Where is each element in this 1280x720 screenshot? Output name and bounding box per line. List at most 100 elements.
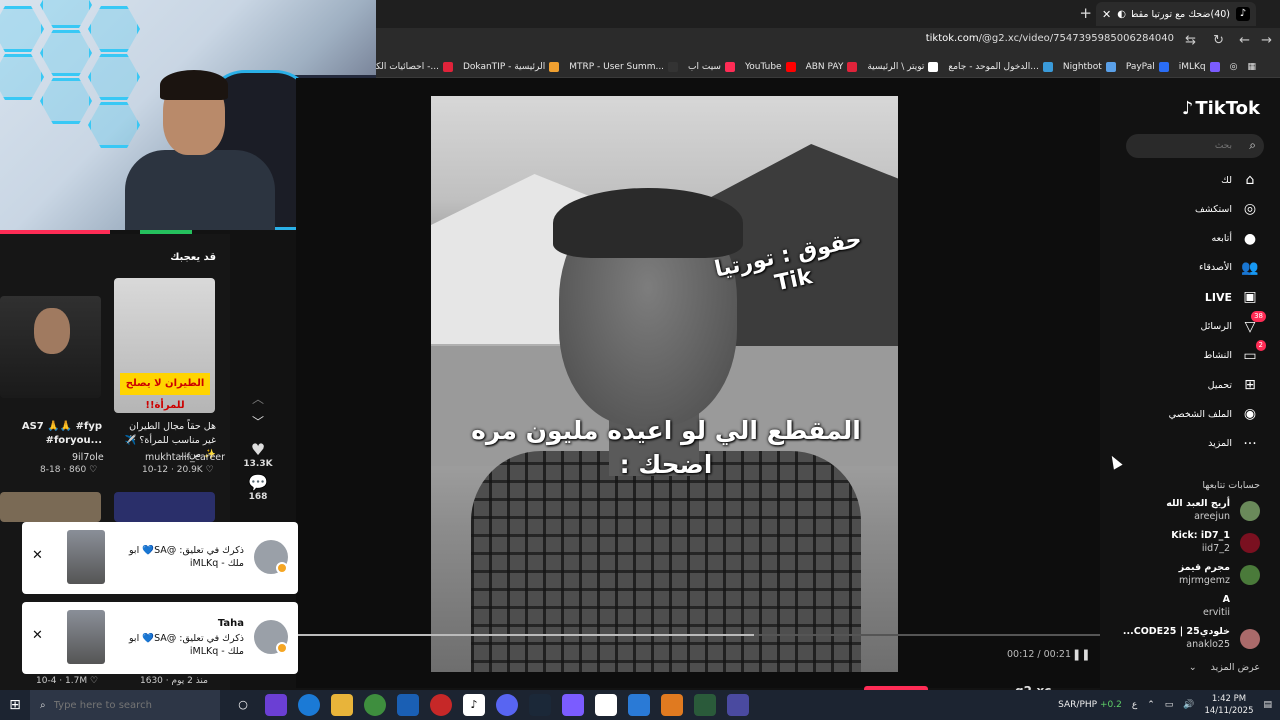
taskbar-search-input[interactable] [53, 699, 174, 711]
taskbar-search[interactable]: ⌕ [30, 690, 220, 720]
video-player[interactable]: حقوق : تورتيا Tik المقطع الي لو اعيده مل… [431, 96, 898, 672]
bookmark-item[interactable]: DokanTIP - الرئيسية [463, 61, 560, 72]
bookmark-item[interactable]: احصائيات الكوبون -... [376, 61, 453, 72]
video-thumbnail[interactable] [0, 296, 101, 398]
followed-account[interactable]: خلودي25 | CODE25... anaklo25 [1100, 624, 1280, 654]
comment-icon[interactable]: 💬 [236, 473, 280, 492]
bookmark-item[interactable]: YouTube [745, 61, 796, 72]
file-explorer-icon[interactable] [331, 694, 353, 716]
discord-icon[interactable] [496, 694, 518, 716]
like-icon[interactable]: ♥ [236, 440, 280, 459]
close-tab-icon[interactable]: ✕ [1102, 8, 1111, 21]
video-thumbnail[interactable]: الطيران لا يصلح للمرأة!! [114, 278, 215, 413]
windows-start-icon[interactable]: ⊞ [0, 697, 30, 713]
copilot-icon[interactable] [265, 694, 287, 716]
followed-account[interactable]: مجرم قيمز mjrmgemz [1100, 560, 1280, 590]
sidebar-nav-item[interactable]: ▣ LIVE [1100, 283, 1280, 311]
video-progress-bar[interactable] [296, 634, 1100, 636]
bookmark-item[interactable]: ABN PAY [806, 61, 858, 72]
apps-icon[interactable]: ▦ [1247, 62, 1256, 72]
app-icon[interactable] [661, 694, 683, 716]
logo-text: TikTok [1195, 98, 1260, 119]
chevron-up-icon[interactable]: ︿ [236, 390, 280, 407]
forward-icon[interactable]: ← [1239, 33, 1250, 48]
sidebar-nav-item[interactable]: ◉ الملف الشخصي [1100, 400, 1280, 428]
clock[interactable]: 1:42 PM 14/11/2025 [1204, 693, 1253, 717]
notification-text: ذكرك في تعليق: @SA💙 ابو ملك - iMLKq [129, 545, 244, 569]
video-author[interactable]: mukhtalif_career [145, 452, 225, 463]
chrome-icon[interactable] [364, 694, 386, 716]
sidebar-nav-item[interactable]: 👥 الأصدقاء [1100, 254, 1280, 282]
video-author[interactable]: 9il7ole [72, 452, 104, 463]
bookmark-item[interactable]: Nightbot [1063, 61, 1116, 72]
chevron-down-icon[interactable]: ﹀ [236, 413, 280, 430]
notification-center-icon[interactable]: ▤ [1263, 700, 1272, 710]
bookmark-item[interactable]: الدخول الموحد - جامع... [948, 61, 1053, 72]
teams-icon[interactable] [562, 694, 584, 716]
bookmark-item[interactable]: MTRP - User Summ... [569, 61, 679, 72]
notification-toast[interactable]: ✕ ذكرك في تعليق: @SA💙 ابو ملك - iMLKq [22, 522, 298, 594]
app-icon[interactable] [727, 694, 749, 716]
tiktok-logo[interactable]: ♪ TikTok [1182, 98, 1260, 119]
avatar [1240, 629, 1260, 649]
close-icon[interactable]: ✕ [32, 628, 43, 643]
notification-toast[interactable]: ✕ Taha ذكرك في تعليق: @SA💙 ابو ملك - iML… [22, 602, 298, 674]
see-more-button[interactable]: عرض المزيد ⌄ [1189, 662, 1260, 673]
bookmark-favicon-icon [668, 61, 679, 72]
sidebar-nav-item[interactable]: ⌂ لك [1100, 166, 1280, 194]
volume-icon[interactable]: 🔊 [1183, 700, 1194, 710]
browser-tab-active[interactable]: ♪ (40)ضحك مع تورتيا مقطع ... ◐ ✕ [1096, 2, 1256, 26]
outlook-icon[interactable] [397, 694, 419, 716]
bookmark-item[interactable]: PayPal [1126, 61, 1169, 72]
followed-account[interactable]: Aervitii [1100, 592, 1280, 622]
hex-light-icon [88, 6, 140, 52]
sidebar-nav-item[interactable]: ● أتابعه [1100, 225, 1280, 253]
suggested-title: قد يعجبك [170, 252, 216, 263]
app-icon[interactable] [628, 694, 650, 716]
search-icon[interactable]: ⌕ [1249, 138, 1256, 153]
windows-taskbar: ⊞ ⌕ ○ ♪ SAR/PHP +0.2 ع ⌃ ▭ [0, 690, 1280, 720]
site-settings-icon[interactable]: ⇆ [1185, 33, 1196, 48]
sidebar-nav-item[interactable]: ◎ استكشف [1100, 195, 1280, 223]
document-icon[interactable] [595, 694, 617, 716]
bookmark-item[interactable]: تويتر \ الرئيسية [867, 61, 939, 72]
bookmark-favicon-icon [785, 61, 796, 72]
currency-ticker[interactable]: SAR/PHP +0.2 [1058, 700, 1122, 710]
followed-account[interactable]: أريج العبد الله areejun [1100, 496, 1280, 526]
search-box[interactable]: ⌕ [1126, 134, 1264, 158]
chrome-icon[interactable]: ◎ [1230, 62, 1238, 72]
video-thumbnail[interactable] [114, 492, 215, 522]
badge-icon [276, 562, 288, 574]
video-thumbnail[interactable] [0, 492, 101, 522]
obs-icon[interactable] [430, 694, 452, 716]
audio-icon[interactable]: ◐ [1117, 9, 1126, 20]
excel-icon[interactable] [694, 694, 716, 716]
url-field[interactable]: tiktok.com/@g2.xc/video/7547395985006284… [926, 33, 1174, 44]
sidebar-nav-item[interactable]: ▽ 38 الرسائل [1100, 310, 1280, 341]
pause-icon[interactable]: ❚❚ [1072, 648, 1090, 661]
sidebar-nav-item[interactable]: ⊞ تحميل [1100, 371, 1280, 399]
system-tray: SAR/PHP +0.2 ع ⌃ ▭ 🔊 1:42 PM 14/11/2025 … [1058, 690, 1272, 720]
edge-icon[interactable] [298, 694, 320, 716]
bookmark-item[interactable]: سيت اب [688, 61, 735, 72]
sidebar-nav-item[interactable]: ▭ 2 النشاط [1100, 339, 1280, 370]
reload-icon[interactable]: ↻ [1213, 33, 1224, 48]
network-icon[interactable]: ▭ [1165, 700, 1174, 710]
close-icon[interactable]: ✕ [32, 548, 43, 563]
back-icon[interactable]: → [1261, 33, 1272, 48]
task-view-icon[interactable]: ○ [232, 694, 254, 716]
video-likes: 860 [69, 465, 87, 475]
search-input[interactable] [1142, 138, 1232, 154]
followed-account[interactable]: Kick: iD7_1 iid7_2 [1100, 528, 1280, 558]
sidebar-nav-item[interactable]: ··· المزيد [1100, 430, 1280, 458]
tiktok-app-icon[interactable]: ♪ [463, 694, 485, 716]
tray-overflow-icon[interactable]: ⌃ [1147, 700, 1155, 710]
bookmark-item[interactable]: iMLKq [1179, 61, 1220, 72]
account-username: iid7_2 [1201, 543, 1230, 554]
video-caption[interactable]: AS7 🙏🙏 #fyp #foryou... [4, 420, 102, 448]
new-tab-button[interactable]: + [1079, 4, 1092, 22]
language-indicator[interactable]: ع [1132, 700, 1137, 710]
thumbnail-face [34, 308, 70, 354]
video-likes: 1.7M [65, 676, 88, 686]
steam-icon[interactable] [529, 694, 551, 716]
